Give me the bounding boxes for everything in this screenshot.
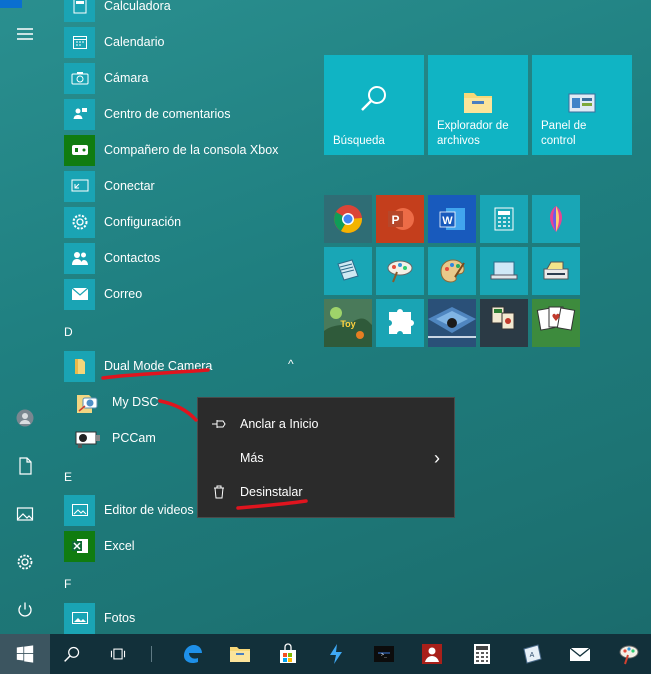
edge-icon[interactable] [170,634,214,674]
taskbar-separator [151,646,152,662]
user-app-icon[interactable] [410,634,454,674]
search-icon[interactable] [50,634,94,674]
mail-icon[interactable] [558,634,602,674]
taskbar: >_ A [0,634,651,674]
store-icon[interactable] [266,634,310,674]
annotation-marks [101,368,308,510]
file-explorer-icon[interactable] [218,634,262,674]
calculator-icon[interactable] [460,634,504,674]
start-icon[interactable] [0,634,50,674]
terminal-icon[interactable]: >_ [362,634,406,674]
paint-icon[interactable] [607,634,651,674]
svg-text:>_: >_ [381,652,388,658]
app-icon[interactable]: A [510,634,554,674]
svg-text:A: A [530,652,535,659]
app-icon[interactable] [314,634,358,674]
task-view-icon[interactable] [96,634,140,674]
